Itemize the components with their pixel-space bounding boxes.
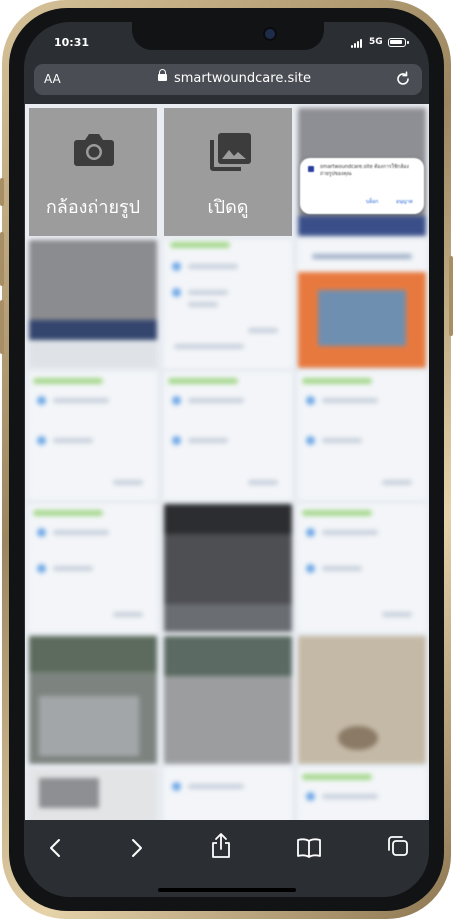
volume-up-button xyxy=(0,232,4,286)
photo-thumbnail[interactable] xyxy=(29,636,157,764)
silent-switch xyxy=(0,178,4,206)
camera-icon xyxy=(74,134,114,166)
photo-picker: กล้องถ่ายรูป เปิดดู smartwoundcare.site … xyxy=(25,104,429,820)
allow-button[interactable]: อนุญาต xyxy=(396,198,413,206)
permission-message: smartwoundcare.site ต้องการใช้กล้องถ่ายร… xyxy=(320,164,409,177)
photo-thumbnail[interactable] xyxy=(298,768,426,820)
site-icon xyxy=(308,166,314,172)
share-icon[interactable] xyxy=(210,832,232,864)
lock-icon xyxy=(158,69,167,81)
status-time: 10:31 xyxy=(54,36,90,49)
browser-toolbar xyxy=(24,820,429,897)
photo-thumbnail[interactable] xyxy=(29,372,157,500)
camera-button[interactable]: กล้องถ่ายรูป xyxy=(29,108,157,236)
notch xyxy=(132,22,324,50)
forward-chevron-icon[interactable] xyxy=(126,836,146,864)
tabs-icon[interactable] xyxy=(386,834,410,862)
photo-thumbnail[interactable] xyxy=(164,636,292,764)
gallery-button[interactable]: เปิดดู xyxy=(164,108,292,236)
reload-icon[interactable] xyxy=(394,70,412,92)
gallery-label: เปิดดู xyxy=(207,197,249,218)
photo-thumbnail[interactable] xyxy=(164,768,292,820)
gallery-icon xyxy=(210,133,251,171)
screen: 10:31 5G AA smartwoundcare.site กล้องถ่า… xyxy=(24,22,429,897)
home-indicator[interactable] xyxy=(158,888,296,892)
power-button xyxy=(449,256,453,336)
photo-thumbnail[interactable] xyxy=(29,768,157,820)
photo-thumbnail[interactable] xyxy=(298,372,426,500)
photo-thumbnail[interactable] xyxy=(298,504,426,632)
photo-thumbnail[interactable] xyxy=(298,240,426,368)
battery-icon xyxy=(388,38,409,47)
photo-thumbnail[interactable] xyxy=(29,240,157,368)
photo-thumbnail[interactable] xyxy=(164,240,292,368)
url-text[interactable]: smartwoundcare.site xyxy=(174,71,311,86)
phone-frame: 10:31 5G AA smartwoundcare.site กล้องถ่า… xyxy=(0,0,453,919)
front-camera xyxy=(263,27,277,41)
photo-thumbnail[interactable] xyxy=(164,372,292,500)
photo-thumbnail[interactable] xyxy=(164,504,292,632)
book-icon[interactable] xyxy=(296,836,322,864)
network-type: 5G xyxy=(369,37,383,47)
battery-level xyxy=(390,40,402,44)
photo-thumbnail[interactable] xyxy=(29,504,157,632)
address-bar[interactable]: AA smartwoundcare.site xyxy=(34,64,422,95)
volume-down-button xyxy=(0,300,4,354)
permission-dialog: smartwoundcare.site ต้องการใช้กล้องถ่ายร… xyxy=(300,158,424,214)
photo-thumbnail[interactable] xyxy=(298,636,426,764)
status-bar: 10:31 5G xyxy=(24,22,429,62)
back-chevron-icon[interactable] xyxy=(46,836,66,864)
signal-icon xyxy=(351,39,365,48)
deny-button[interactable]: บล็อก xyxy=(366,198,378,206)
camera-label: กล้องถ่ายรูป xyxy=(45,197,141,218)
text-size-button[interactable]: AA xyxy=(44,72,61,86)
